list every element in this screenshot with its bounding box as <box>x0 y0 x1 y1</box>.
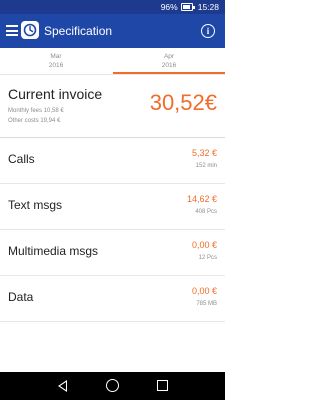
app-bar: Specification i <box>0 14 225 48</box>
tab-mar-2016[interactable]: Mar 2016 <box>0 48 112 74</box>
battery-fill <box>182 5 191 9</box>
row-calls[interactable]: Calls 5,32 € 152 min <box>0 138 225 184</box>
row-label: Calls <box>8 152 35 166</box>
row-amount: 14,62 € <box>186 194 217 204</box>
row-usage: 408 Pcs <box>195 209 217 215</box>
row-usage: 12 Pcs <box>198 255 217 261</box>
info-icon[interactable]: i <box>201 24 215 38</box>
monthly-fees: Monthly fees 10,58 € <box>8 108 64 114</box>
home-icon[interactable] <box>106 379 119 392</box>
status-bar: 96% 15:28 <box>0 0 225 14</box>
row-amount: 0,00 € <box>191 286 217 296</box>
tab-month: Apr <box>163 53 175 60</box>
app-logo-icon <box>21 21 39 39</box>
recent-apps-icon[interactable] <box>157 380 168 391</box>
invoice-label: Current invoice <box>8 86 103 102</box>
back-icon[interactable] <box>58 380 67 392</box>
clock: 15:28 <box>197 2 219 12</box>
row-usage: 152 min <box>195 163 217 169</box>
battery-percent: 96% <box>160 2 178 12</box>
month-tabs: Mar 2016 Apr 2016 <box>0 48 225 75</box>
row-text-msgs[interactable]: Text msgs 14,62 € 408 Pcs <box>0 184 225 230</box>
tab-year: 2016 <box>161 62 177 69</box>
row-multimedia-msgs[interactable]: Multimedia msgs 0,00 € 12 Pcs <box>0 230 225 276</box>
row-amount: 0,00 € <box>191 240 217 250</box>
status-bar-right: 96% 15:28 <box>161 0 219 14</box>
invoice-amount: 30,52€ <box>149 90 217 115</box>
tab-month: Mar <box>50 53 62 60</box>
row-label: Data <box>8 290 34 304</box>
tab-apr-2016[interactable]: Apr 2016 <box>113 48 225 74</box>
row-amount: 5,32 € <box>191 148 217 158</box>
page-title: Specification <box>44 24 113 38</box>
system-nav-bar <box>0 372 225 400</box>
battery-icon <box>180 3 195 11</box>
menu-icon[interactable] <box>6 25 18 36</box>
row-label: Text msgs <box>8 198 63 212</box>
row-usage: 785 MB <box>196 301 217 307</box>
tab-year: 2016 <box>48 62 64 69</box>
row-data[interactable]: Data 0,00 € 785 MB <box>0 276 225 322</box>
row-label: Multimedia msgs <box>8 244 99 258</box>
other-costs: Other costs 19,94 € <box>8 118 61 124</box>
current-invoice-section: Current invoice 30,52€ Monthly fees 10,5… <box>0 74 225 137</box>
